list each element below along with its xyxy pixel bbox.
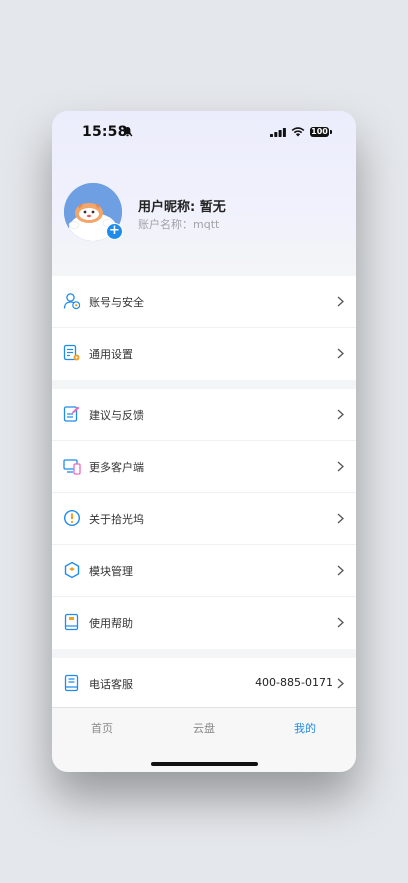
user-shield-icon [63, 293, 81, 310]
menu-item-account-security[interactable]: 账号与安全 [52, 276, 356, 328]
menu-section-account: 账号与安全 通用设置 [52, 276, 356, 380]
module-hexagon-icon [64, 561, 80, 579]
menu-item-help[interactable]: 使用帮助 [52, 597, 356, 649]
tab-mine[interactable]: 我的 [275, 720, 335, 736]
bell-muted-icon [122, 126, 133, 137]
chevron-right-icon [337, 296, 344, 307]
menu-item-label: 使用帮助 [89, 617, 133, 630]
status-bar: 15:58 100 [52, 111, 356, 155]
status-time: 15:58 [82, 124, 128, 140]
phone-screen: 15:58 100 + 用户昵称: 暂无 账户名称：mqtt 账号与安全 通用设… [52, 111, 356, 772]
tab-cloud-drive[interactable]: 云盘 [174, 720, 234, 736]
phone-number: 400-885-0171 [255, 676, 333, 689]
account-name: 账户名称：mqtt [138, 218, 220, 231]
settings-doc-icon [63, 344, 80, 361]
menu-item-label: 电话客服 [89, 678, 133, 691]
info-exclamation-icon [63, 509, 81, 527]
menu-item-label: 建议与反馈 [89, 409, 144, 422]
home-indicator [151, 762, 258, 766]
cellular-signal-icon [270, 128, 286, 137]
phone-book-icon [64, 674, 79, 692]
menu-item-more-clients[interactable]: 更多客户端 [52, 441, 356, 493]
menu-item-general-settings[interactable]: 通用设置 [52, 328, 356, 380]
menu-section-general: 建议与反馈 更多客户端 关于拾光坞 模块管理 使用帮助 [52, 389, 356, 649]
chevron-right-icon [337, 678, 344, 689]
menu-item-label: 通用设置 [89, 348, 133, 361]
menu-item-label: 关于拾光坞 [89, 513, 144, 526]
chevron-right-icon [337, 565, 344, 576]
battery-tip [330, 130, 332, 134]
chevron-right-icon [337, 617, 344, 628]
help-book-icon [64, 613, 79, 631]
menu-item-label: 更多客户端 [89, 461, 144, 474]
battery-indicator: 100 [310, 127, 329, 137]
wifi-icon [291, 127, 305, 137]
menu-item-about[interactable]: 关于拾光坞 [52, 493, 356, 545]
chevron-right-icon [337, 461, 344, 472]
menu-item-feedback[interactable]: 建议与反馈 [52, 389, 356, 441]
feedback-edit-icon [63, 406, 80, 422]
user-nickname: 用户昵称: 暂无 [138, 200, 226, 215]
devices-icon [63, 459, 81, 475]
menu-section-support: 电话客服 400-885-0171 [52, 658, 356, 707]
menu-item-label: 账号与安全 [89, 296, 144, 309]
chevron-right-icon [337, 513, 344, 524]
tab-home[interactable]: 首页 [72, 720, 132, 736]
chevron-right-icon [337, 348, 344, 359]
chevron-right-icon [337, 409, 344, 420]
menu-item-label: 模块管理 [89, 565, 133, 578]
menu-item-phone-service[interactable]: 电话客服 400-885-0171 [52, 658, 356, 707]
menu-item-module-management[interactable]: 模块管理 [52, 545, 356, 597]
avatar-add-button[interactable]: + [106, 223, 123, 240]
